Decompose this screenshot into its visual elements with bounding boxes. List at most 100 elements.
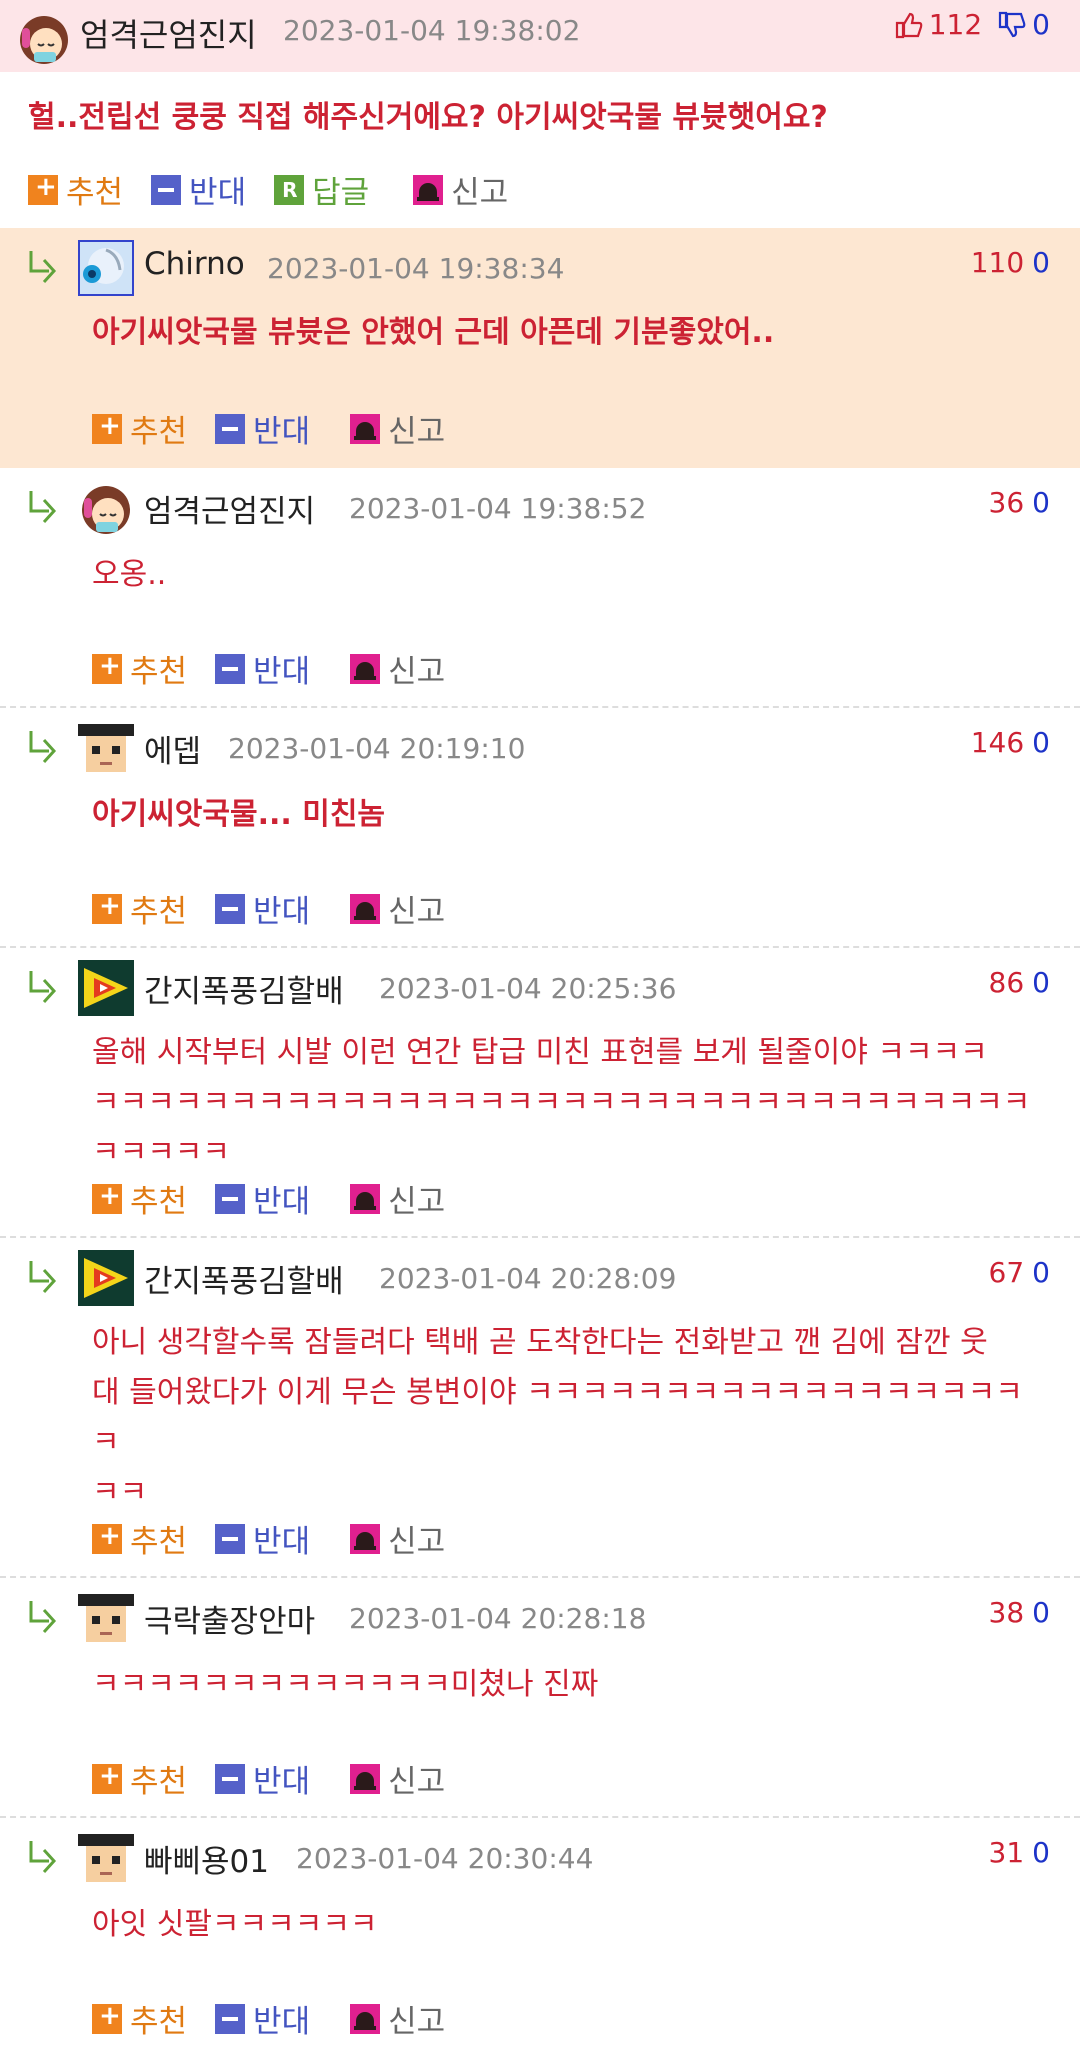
- reply-line: 아니 생각할수록 잠들려다 택배 곧 도착한다는 전화받고 깬 김에 잠깐 웃: [92, 1325, 988, 1360]
- top-timestamp: 2023-01-04 19:38:02: [283, 14, 581, 47]
- reply-votes: 36 0: [989, 486, 1050, 519]
- recommend-button[interactable]: 추천: [92, 1176, 187, 1221]
- reply-item: 에뎁 2023-01-04 20:19:10 146 0 아기씨앗국물... 미친…: [0, 708, 1080, 948]
- reply-timestamp: 2023-01-04 20:19:10: [228, 732, 526, 765]
- top-actions: 추천 반대 답글 신고: [28, 167, 536, 212]
- recommend-button[interactable]: 추천: [92, 646, 187, 691]
- reply-author[interactable]: 엄격근엄진지: [144, 486, 315, 531]
- reply-author[interactable]: 간지폭풍김할배: [144, 966, 344, 1011]
- top-down-count: 0: [1032, 8, 1050, 41]
- oppose-button[interactable]: 반대: [215, 1996, 310, 2041]
- reply-arrow-icon: [29, 1601, 57, 1634]
- report-button[interactable]: 신고: [350, 886, 445, 931]
- top-comment-body: 헐..전립선 쿵쿵 직접 해주신거에요? 아기씨앗국물 뷰븃햇어요? 추천 반대…: [0, 72, 1080, 228]
- oppose-button[interactable]: 반대: [215, 1176, 310, 1221]
- reply-text: 오옹..: [92, 550, 1050, 600]
- recommend-label: 추천: [130, 1184, 188, 1220]
- reply-actions: 추천 반대 신고: [92, 1996, 473, 2041]
- report-label: 신고: [388, 654, 446, 690]
- siren-icon: [350, 1183, 381, 1214]
- reply-button[interactable]: 답글: [274, 167, 369, 212]
- top-comment-text: 헐..전립선 쿵쿵 직접 해주신거에요? 아기씨앗국물 뷰븃햇어요?: [28, 100, 828, 135]
- oppose-button[interactable]: 반대: [215, 1756, 310, 1801]
- report-button[interactable]: 신고: [350, 1996, 445, 2041]
- reply-item: 간지폭풍김할배 2023-01-04 20:25:36 86 0 올해 시작부터 …: [0, 948, 1080, 1238]
- reply-votes: 38 0: [989, 1596, 1050, 1629]
- plus-icon: [92, 411, 122, 444]
- reply-up-count: 31: [988, 1836, 1025, 1869]
- pixel-avatar-icon[interactable]: [78, 1830, 134, 1886]
- recommend-button[interactable]: 추천: [92, 406, 187, 451]
- recommend-label: 추천: [130, 414, 188, 450]
- reply-timestamp: 2023-01-04 20:28:18: [349, 1602, 647, 1635]
- reply-timestamp: 2023-01-04 19:38:34: [267, 252, 565, 285]
- recommend-button[interactable]: 추천: [92, 1996, 187, 2041]
- reply-author[interactable]: 간지폭풍김할배: [144, 1256, 344, 1301]
- recommend-button[interactable]: 추천: [28, 167, 123, 212]
- oppose-button[interactable]: 반대: [215, 886, 310, 931]
- report-button[interactable]: 신고: [413, 167, 508, 212]
- pixel-avatar-icon[interactable]: [78, 1590, 134, 1646]
- reply-arrow-icon: [29, 1261, 57, 1294]
- reply-up-count: 146: [970, 726, 1025, 759]
- report-button[interactable]: 신고: [350, 1756, 445, 1801]
- oppose-button[interactable]: 반대: [151, 167, 246, 212]
- plus-icon: [92, 1761, 122, 1794]
- siren-icon: [350, 653, 381, 684]
- oppose-button[interactable]: 반대: [215, 646, 310, 691]
- girl-avatar-icon[interactable]: [16, 10, 72, 66]
- oppose-label: 반대: [253, 414, 311, 450]
- oppose-button[interactable]: 반대: [215, 1516, 310, 1561]
- recommend-button[interactable]: 추천: [92, 886, 187, 931]
- reply-votes: 67 0: [989, 1256, 1050, 1289]
- recommend-label: 추천: [66, 175, 124, 211]
- pixel-avatar-icon[interactable]: [78, 720, 134, 776]
- reply-down-count: 0: [1032, 246, 1050, 279]
- reply-up-count: 38: [988, 1596, 1025, 1629]
- play-badge-avatar-icon[interactable]: [78, 1250, 134, 1306]
- minus-icon: [215, 2003, 246, 2034]
- reply-actions: 추천 반대 신고: [92, 406, 473, 451]
- reply-author[interactable]: 빠삐용01: [144, 1836, 269, 1881]
- minus-icon: [215, 1183, 246, 1214]
- girl-avatar-icon[interactable]: [78, 480, 134, 536]
- siren-icon: [413, 174, 444, 205]
- reply-item: 간지폭풍김할배 2023-01-04 20:28:09 67 0 아니 생각할수록…: [0, 1238, 1080, 1578]
- top-author[interactable]: 엄격근엄진지: [80, 10, 257, 56]
- reply-author[interactable]: 에뎁: [144, 726, 201, 771]
- recommend-button[interactable]: 추천: [92, 1516, 187, 1561]
- report-button[interactable]: 신고: [350, 1176, 445, 1221]
- report-label: 신고: [451, 175, 509, 211]
- reply-author[interactable]: 극락출장안마: [144, 1596, 315, 1641]
- reply-line: 오옹..: [92, 557, 167, 592]
- play-badge-avatar-icon[interactable]: [78, 960, 134, 1016]
- reply-icon: [274, 174, 305, 205]
- minus-icon: [215, 1763, 246, 1794]
- reply-actions: 추천 반대 신고: [92, 646, 473, 691]
- reply-votes: 86 0: [989, 966, 1050, 999]
- reply-down-count: 0: [1032, 1256, 1050, 1289]
- reply-actions: 추천 반대 신고: [92, 1176, 473, 1221]
- top-up-count: 112: [928, 8, 983, 41]
- reply-label: 답글: [312, 175, 370, 211]
- reply-line: 아기씨앗국물... 미친놈: [92, 797, 386, 832]
- plus-icon: [92, 891, 122, 924]
- recommend-button[interactable]: 추천: [92, 1756, 187, 1801]
- user-avatar-icon[interactable]: [78, 240, 134, 296]
- reply-votes: 146 0: [971, 726, 1050, 759]
- siren-icon: [350, 1523, 381, 1554]
- top-comment-header: 엄격근엄진지 2023-01-04 19:38:02 112 0: [0, 0, 1080, 72]
- thumb-up-icon[interactable]: [893, 10, 923, 40]
- oppose-label: 반대: [253, 894, 311, 930]
- reply-arrow-icon: [29, 251, 57, 284]
- report-button[interactable]: 신고: [350, 646, 445, 691]
- report-button[interactable]: 신고: [350, 1516, 445, 1561]
- report-button[interactable]: 신고: [350, 406, 445, 451]
- reply-author[interactable]: Chirno: [144, 246, 245, 282]
- oppose-label: 반대: [253, 1524, 311, 1560]
- oppose-button[interactable]: 반대: [215, 406, 310, 451]
- reply-line: ㅋㅋ: [92, 1475, 148, 1510]
- reply-line: 대 들어왔다가 이게 무슨 봉변이야 ㅋㅋㅋㅋㅋㅋㅋㅋㅋㅋㅋㅋㅋㅋㅋㅋㅋㅋㅋ: [92, 1375, 1023, 1460]
- thumb-down-icon[interactable]: [996, 10, 1026, 40]
- reply-text: 아잇 싯팔ㅋㅋㅋㅋㅋㅋ: [92, 1900, 1050, 1950]
